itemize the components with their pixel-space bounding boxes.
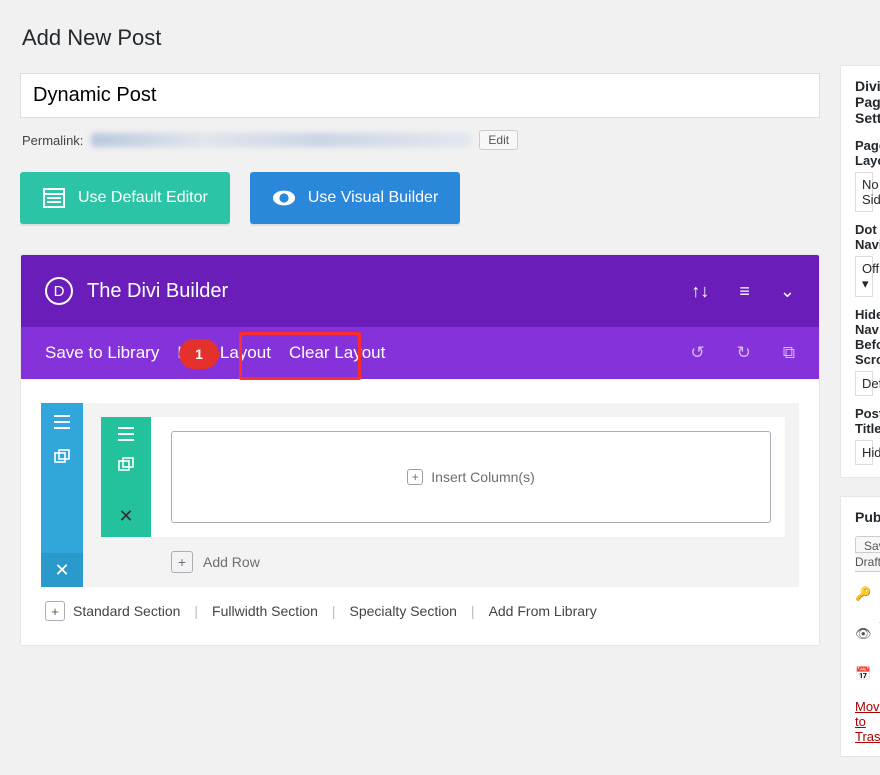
undo-icon[interactable]: ↺ [690, 343, 704, 363]
add-standard-section-link[interactable]: Standard Section [73, 603, 180, 619]
history-icon[interactable]: ⧉ [783, 343, 795, 363]
clear-layout-button[interactable]: Clear Layout [289, 343, 385, 363]
insert-columns-label: Insert Column(s) [431, 469, 534, 485]
post-title-select[interactable]: Hide [855, 440, 873, 465]
dot-nav-label: Dot Navigation: [855, 222, 873, 252]
redo-icon[interactable]: ↻ [737, 343, 751, 363]
use-visual-builder-button[interactable]: Use Visual Builder [250, 172, 460, 224]
section-handle[interactable] [41, 403, 83, 575]
eye-icon [272, 186, 296, 210]
dot-nav-select[interactable]: Off ▾ [855, 256, 873, 297]
annotation-step-badge: 1 [179, 339, 219, 369]
plus-box-icon: + [45, 601, 65, 621]
plus-box-icon: + [407, 469, 423, 485]
hide-nav-select[interactable]: Default [855, 371, 873, 396]
collapse-icon[interactable]: ⌄ [780, 281, 795, 302]
use-default-editor-button[interactable]: Use Default Editor [20, 172, 230, 224]
use-visual-builder-label: Use Visual Builder [308, 189, 438, 207]
eye-icon: 👁 [855, 626, 872, 642]
row-handle[interactable]: ✕ [101, 417, 151, 537]
permalink-edit-button[interactable]: Edit [479, 130, 518, 150]
hide-nav-label: Hide Nav Before Scroll: [855, 307, 873, 367]
layout-icon [42, 186, 66, 210]
section-duplicate-icon[interactable] [54, 449, 70, 466]
post-title-input[interactable] [20, 73, 820, 118]
add-specialty-section-link[interactable]: Specialty Section [350, 603, 457, 619]
permalink-label: Permalink: [22, 133, 83, 148]
divi-settings-title: Divi Page Settings [855, 78, 873, 126]
row-drag-icon[interactable] [118, 425, 134, 443]
add-row-button[interactable]: + Add Row [171, 551, 785, 573]
divi-builder-panel: D The Divi Builder ↑↓ ≡ ⌄ Save to Librar… [20, 254, 820, 646]
row-delete-icon[interactable]: ✕ [118, 506, 133, 527]
calendar-icon: 📅 [855, 666, 871, 682]
row-duplicate-icon[interactable] [118, 457, 134, 474]
section-drag-icon[interactable] [54, 413, 70, 431]
builder-row: ✕ + Insert Column(s) [101, 417, 785, 537]
page-layout-label: Page Layout: [855, 138, 873, 168]
publish-title: Publish [855, 509, 873, 525]
plus-box-icon: + [171, 551, 193, 573]
divi-logo-icon: D [45, 277, 73, 305]
use-default-editor-label: Use Default Editor [78, 189, 208, 207]
section-delete-icon[interactable]: ✕ [41, 553, 83, 587]
permalink-url-blurred [91, 133, 471, 147]
builder-section: ✕ [41, 403, 799, 587]
hamburger-icon[interactable]: ≡ [739, 281, 750, 302]
import-export-icon[interactable]: ↑↓ [691, 281, 709, 302]
add-from-library-link[interactable]: Add From Library [489, 603, 597, 619]
insert-columns-button[interactable]: + Insert Column(s) [171, 431, 771, 523]
page-title: Add New Post [22, 25, 820, 51]
divi-builder-title: The Divi Builder [87, 280, 228, 303]
add-row-label: Add Row [203, 554, 260, 570]
page-layout-select[interactable]: No Sidebar [855, 172, 873, 212]
publish-box: Publish Save Draft 🔑Status: Draft 👁Visib… [840, 496, 880, 757]
divi-page-settings-box: Divi Page Settings Page Layout: No Sideb… [840, 65, 880, 478]
add-fullwidth-section-link[interactable]: Fullwidth Section [212, 603, 318, 619]
save-to-library-button[interactable]: Save to Library [45, 343, 159, 363]
move-to-trash-link[interactable]: Move to Trash [855, 699, 873, 744]
save-draft-button[interactable]: Save Draft [855, 536, 880, 572]
key-icon: 🔑 [855, 586, 871, 602]
post-title-label: Post Title: [855, 406, 873, 436]
